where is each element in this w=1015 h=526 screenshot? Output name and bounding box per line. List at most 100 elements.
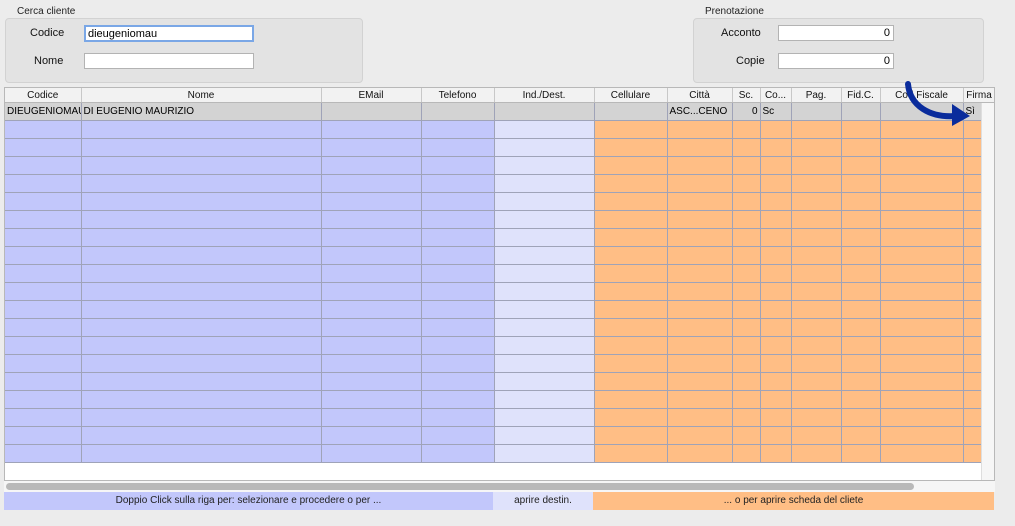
clienti-table[interactable]: Codice Nome EMail Telefono Ind./Dest. Cellula… (4, 87, 995, 481)
nome-input[interactable] (84, 53, 254, 69)
table-cell[interactable] (81, 426, 322, 445)
table-cell[interactable] (421, 246, 495, 265)
table-cell[interactable] (880, 282, 964, 301)
table-cell[interactable] (494, 300, 595, 319)
table-cell[interactable] (791, 354, 842, 373)
table-cell[interactable] (321, 264, 422, 283)
table-cell[interactable] (321, 282, 422, 301)
table-cell[interactable] (841, 282, 881, 301)
table-cell[interactable] (760, 264, 792, 283)
table-cell[interactable] (321, 300, 422, 319)
table-cell[interactable] (421, 210, 495, 229)
table-cell[interactable] (732, 156, 761, 175)
table-cell[interactable] (841, 300, 881, 319)
table-cell[interactable] (321, 138, 422, 157)
table-cell[interactable] (81, 282, 322, 301)
table-cell[interactable] (841, 192, 881, 211)
table-cell[interactable] (494, 174, 595, 193)
table-cell[interactable] (791, 300, 842, 319)
table-cell[interactable] (5, 282, 82, 301)
table-cell[interactable] (594, 282, 668, 301)
table-cell[interactable] (321, 120, 422, 139)
table-cell[interactable] (81, 246, 322, 265)
table-cell[interactable] (5, 156, 82, 175)
table-cell[interactable] (667, 408, 733, 427)
table-cell[interactable] (667, 210, 733, 229)
table-cell[interactable] (321, 102, 422, 121)
vertical-scrollbar[interactable] (981, 103, 994, 480)
table-cell[interactable] (321, 246, 422, 265)
table-row[interactable] (5, 210, 994, 229)
column-header-0[interactable]: Codice (5, 88, 82, 103)
table-cell[interactable] (321, 354, 422, 373)
table-cell[interactable] (494, 408, 595, 427)
table-cell[interactable] (494, 120, 595, 139)
horizontal-scroll-thumb[interactable] (6, 483, 914, 490)
table-cell[interactable] (841, 264, 881, 283)
table-cell[interactable] (421, 192, 495, 211)
table-cell[interactable] (760, 354, 792, 373)
table-cell[interactable] (667, 192, 733, 211)
table-cell[interactable] (791, 138, 842, 157)
table-cell[interactable] (421, 426, 495, 445)
table-cell[interactable] (841, 102, 881, 121)
table-cell[interactable] (421, 408, 495, 427)
table-cell[interactable] (732, 120, 761, 139)
table-cell[interactable] (5, 246, 82, 265)
table-cell[interactable] (594, 156, 668, 175)
table-cell[interactable] (421, 318, 495, 337)
table-cell[interactable] (760, 246, 792, 265)
table-cell[interactable] (5, 372, 82, 391)
table-cell[interactable] (321, 444, 422, 463)
table-cell[interactable] (494, 264, 595, 283)
table-cell[interactable] (760, 318, 792, 337)
table-cell[interactable] (791, 192, 842, 211)
table-cell[interactable] (667, 336, 733, 355)
table-row[interactable] (5, 300, 994, 319)
table-cell[interactable] (321, 210, 422, 229)
table-cell[interactable] (880, 318, 964, 337)
table-cell[interactable] (321, 372, 422, 391)
table-cell[interactable] (667, 372, 733, 391)
table-cell[interactable] (841, 228, 881, 247)
table-cell[interactable] (760, 426, 792, 445)
table-cell[interactable] (494, 354, 595, 373)
table-cell[interactable] (594, 210, 668, 229)
table-cell[interactable] (760, 390, 792, 409)
table-cell[interactable] (5, 318, 82, 337)
table-cell[interactable] (667, 156, 733, 175)
table-cell[interactable] (880, 372, 964, 391)
column-header-6[interactable]: Città (667, 88, 733, 103)
table-cell[interactable] (667, 228, 733, 247)
table-cell[interactable] (732, 336, 761, 355)
table-cell[interactable] (81, 336, 322, 355)
table-cell[interactable] (667, 120, 733, 139)
table-cell[interactable] (760, 300, 792, 319)
table-cell[interactable] (494, 228, 595, 247)
table-cell[interactable] (494, 138, 595, 157)
table-cell[interactable] (760, 282, 792, 301)
table-cell[interactable] (494, 444, 595, 463)
table-cell[interactable] (81, 318, 322, 337)
table-cell[interactable] (81, 300, 322, 319)
table-cell[interactable] (880, 138, 964, 157)
table-cell[interactable] (321, 156, 422, 175)
table-row[interactable] (5, 120, 994, 139)
table-cell[interactable] (880, 156, 964, 175)
table-cell[interactable] (5, 192, 82, 211)
table-cell[interactable] (5, 426, 82, 445)
table-row[interactable] (5, 174, 994, 193)
table-cell[interactable] (791, 174, 842, 193)
table-cell[interactable] (667, 264, 733, 283)
table-cell[interactable]: ASC...CENO (667, 102, 733, 121)
table-cell[interactable] (5, 300, 82, 319)
table-cell[interactable] (880, 426, 964, 445)
table-cell[interactable] (494, 246, 595, 265)
table-cell[interactable] (880, 300, 964, 319)
table-cell[interactable] (667, 354, 733, 373)
table-cell[interactable] (5, 210, 82, 229)
table-cell[interactable] (841, 354, 881, 373)
table-cell[interactable] (841, 120, 881, 139)
copie-input[interactable] (778, 53, 894, 69)
table-row[interactable] (5, 264, 994, 283)
